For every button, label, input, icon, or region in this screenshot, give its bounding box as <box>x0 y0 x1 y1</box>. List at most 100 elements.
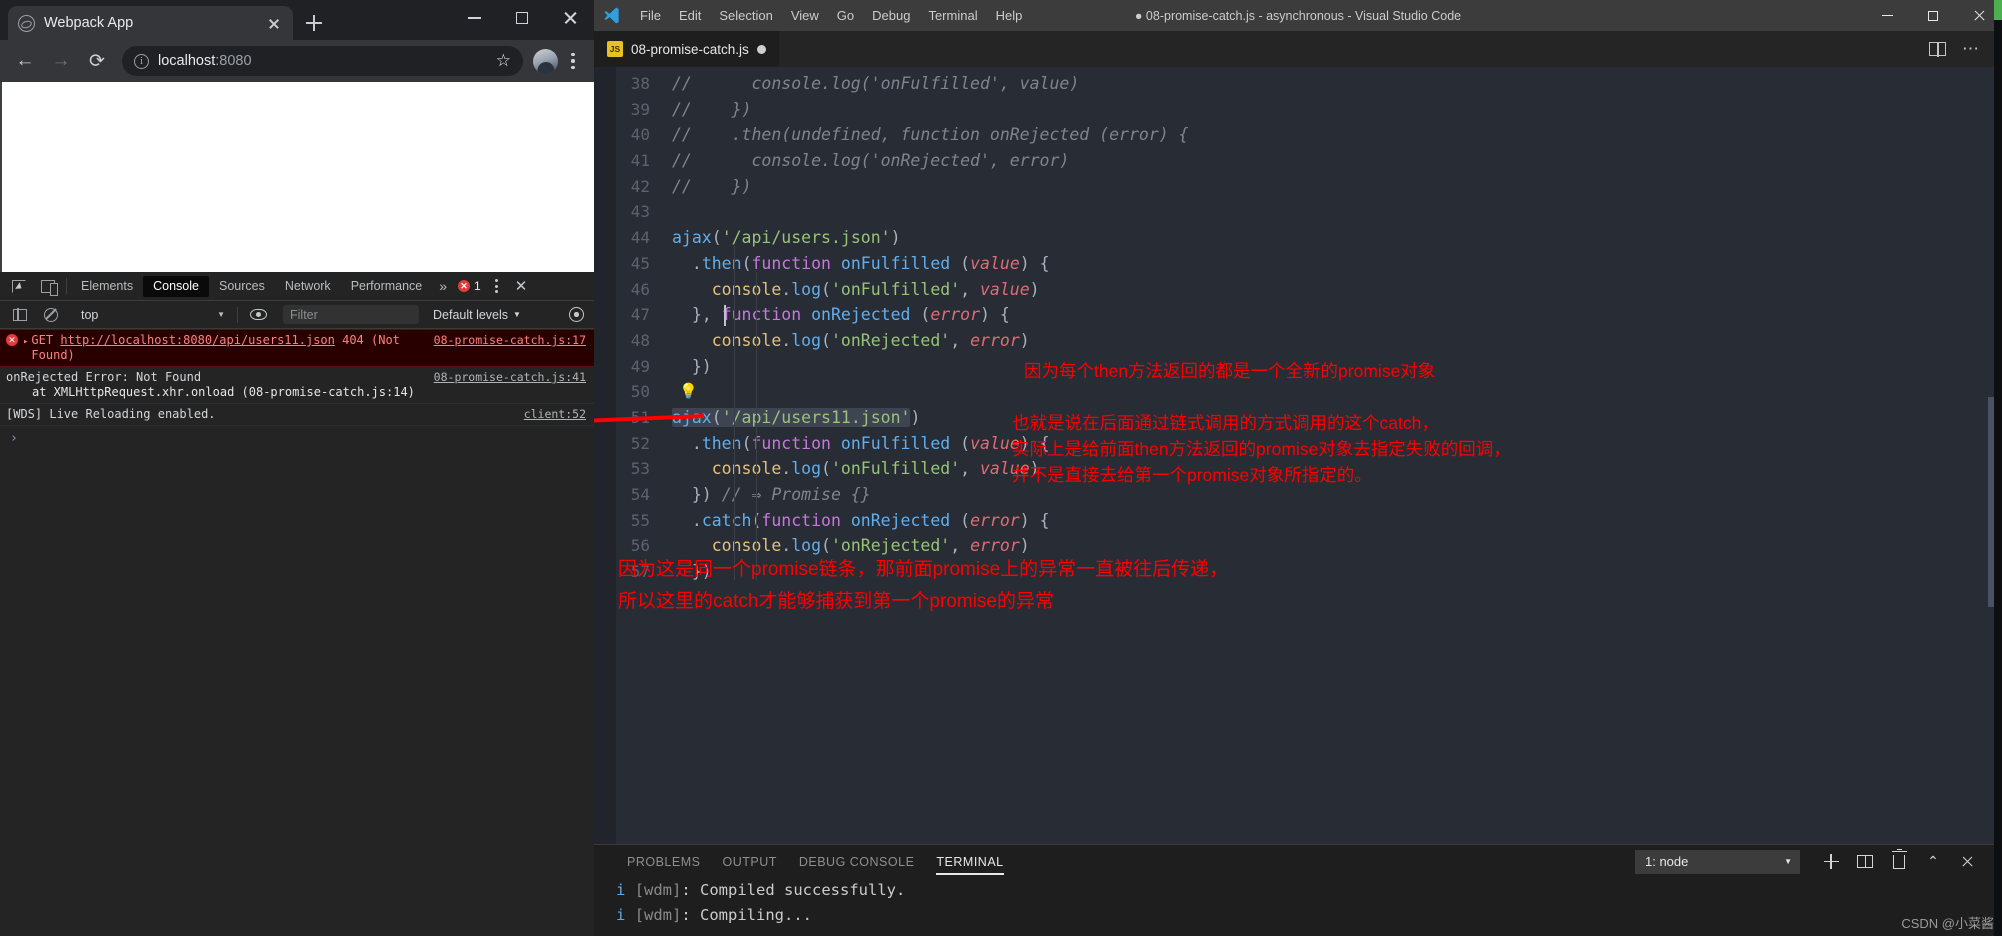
gear-icon[interactable] <box>569 307 584 322</box>
code-line[interactable]: 41 // console.log('onRejected', error) <box>616 148 2002 174</box>
menu-terminal[interactable]: Terminal <box>919 0 986 31</box>
more-actions-icon[interactable]: ⋯ <box>1962 40 1980 57</box>
panel-tab-debug-console[interactable]: DEBUG CONSOLE <box>788 845 926 878</box>
error-count-badge[interactable]: ✕ 1 <box>458 279 481 293</box>
menu-edit[interactable]: Edit <box>670 0 710 31</box>
address-bar[interactable]: i localhost:8080 ☆ <box>122 46 523 76</box>
devtools-tab-sources[interactable]: Sources <box>209 276 275 297</box>
close-icon[interactable] <box>265 14 283 32</box>
editor-tab-08-promise-catch[interactable]: JS 08-promise-catch.js <box>594 31 780 67</box>
chevron-right-icon[interactable]: ▸ <box>23 335 28 350</box>
browser-tab[interactable]: Webpack App <box>8 6 293 40</box>
msg-stack: at XMLHttpRequest.xhr.onload (08-promise… <box>32 385 415 399</box>
watermark: CSDN @小菜酱 <box>1901 916 1994 931</box>
star-icon[interactable]: ☆ <box>496 51 511 71</box>
annotation-catch-line-3: 并不是直接去给第一个promise对象所指定的。 <box>1012 465 1372 485</box>
screen-root: Webpack App ← → ⟳ i localhost:8080 ☆ Ele… <box>0 0 2002 936</box>
menu-go[interactable]: Go <box>828 0 863 31</box>
console-prompt[interactable]: › <box>0 426 594 451</box>
clear-console-icon[interactable] <box>36 301 65 328</box>
avatar-icon[interactable] <box>533 48 558 74</box>
menu-file[interactable]: File <box>631 0 670 31</box>
plus-icon[interactable] <box>1814 849 1848 875</box>
menu-view[interactable]: View <box>782 0 828 31</box>
console-source-link[interactable]: 08-promise-catch.js:41 <box>434 370 586 385</box>
terminal-line-text: : Compiling... <box>681 906 813 924</box>
line-number: 38 <box>630 74 650 93</box>
code-line[interactable]: 46 console.log('onFulfilled', value) <box>616 277 2002 303</box>
maximize-icon[interactable] <box>498 0 546 36</box>
devtools-tab-console[interactable]: Console <box>143 275 209 297</box>
unsaved-dot-icon[interactable] <box>756 44 766 54</box>
panel-tab-problems[interactable]: PROBLEMS <box>616 845 711 878</box>
line-number: 41 <box>630 151 650 171</box>
devtools-tab-performance[interactable]: Performance <box>341 276 433 297</box>
minimize-icon[interactable] <box>450 0 498 36</box>
console-filter-bar: top ▼ Filter Default levels ▼ <box>0 301 594 329</box>
console-filter-input[interactable]: Filter <box>283 305 419 324</box>
split-editor-icon[interactable] <box>1929 41 1946 57</box>
console-message-list[interactable]: ✕ ▸ GET http://localhost:8080/api/users1… <box>0 329 594 936</box>
kebab-menu-icon[interactable] <box>560 48 586 74</box>
minimize-icon[interactable] <box>1864 0 1910 31</box>
code-line[interactable]: 40 // .then(undefined, function onRejecte… <box>616 122 2002 148</box>
maximize-icon[interactable] <box>1910 0 1956 31</box>
code-text: ajax('/api/users11.json') <box>672 407 921 427</box>
menu-help[interactable]: Help <box>987 0 1032 31</box>
terminal-output[interactable]: i [wdm]: Compiled successfully. i [wdm]:… <box>594 878 2002 936</box>
code-text: .then(function onFulfilled (value) { <box>691 433 1050 453</box>
close-icon[interactable] <box>546 0 594 36</box>
url-text: localhost:8080 <box>158 53 252 69</box>
close-icon[interactable]: ✕ <box>507 277 536 295</box>
globe-icon <box>18 14 35 32</box>
console-message-log[interactable]: onRejected Error: Not Found at XMLHttpReq… <box>0 367 594 404</box>
trash-icon[interactable] <box>1882 848 1916 875</box>
code-line[interactable]: 47 }, function onRejected (error) { <box>616 302 2002 328</box>
annotation-catch-line-2: 实际上是给前面then方法返回的promise对象去指定失败的回调， <box>1012 439 1511 459</box>
code-line[interactable]: 39 // }) <box>616 97 2002 123</box>
inspect-element-icon[interactable] <box>4 273 33 300</box>
code-line[interactable]: 42 // }) <box>616 174 2002 200</box>
code-text: // console.log('onRejected', error) <box>672 151 1070 171</box>
close-icon[interactable] <box>1950 849 1984 875</box>
menu-selection[interactable]: Selection <box>710 0 781 31</box>
console-levels-select[interactable]: Default levels ▼ <box>433 308 521 322</box>
kebab-menu-icon[interactable] <box>487 279 507 293</box>
console-message-log[interactable]: [WDS] Live Reloading enabled. client:52 <box>0 404 594 426</box>
code-line[interactable]: 45 .then(function onFulfilled (value) { <box>616 251 2002 277</box>
devtools-tab-elements[interactable]: Elements <box>71 276 143 297</box>
error-dot-icon: ✕ <box>458 280 471 292</box>
console-source-link[interactable]: client:52 <box>524 407 586 422</box>
console-message-text: GET http://localhost:8080/api/users11.js… <box>31 333 433 363</box>
code-line[interactable]: 55 .catch(function onRejected (error) { <box>616 508 2002 534</box>
chevron-right-icon[interactable]: » <box>432 278 454 294</box>
menu-debug[interactable]: Debug <box>863 0 919 31</box>
console-message-error[interactable]: ✕ ▸ GET http://localhost:8080/api/users1… <box>0 329 594 367</box>
arrow-left-icon[interactable]: ← <box>8 44 42 78</box>
panel-tab-output[interactable]: OUTPUT <box>711 845 787 878</box>
info-prefix: i <box>616 906 626 924</box>
code-line[interactable]: 38 // console.log('onFulfilled', value) <box>616 71 2002 97</box>
reload-icon[interactable]: ⟳ <box>80 44 114 78</box>
indent-guide <box>734 375 735 505</box>
code-line[interactable]: 48 console.log('onRejected', error) <box>616 328 2002 354</box>
device-toolbar-icon[interactable] <box>33 273 62 300</box>
panel-tab-terminal[interactable]: TERMINAL <box>925 845 1014 878</box>
live-expression-icon[interactable] <box>244 301 273 328</box>
line-number: 52 <box>630 433 650 453</box>
text-cursor <box>724 305 726 327</box>
console-context-select[interactable]: top ▼ <box>71 305 231 325</box>
devtools-tab-network[interactable]: Network <box>275 276 341 297</box>
code-line[interactable]: 43 <box>616 199 2002 225</box>
terminal-instance-select[interactable]: 1: node ▼ <box>1635 849 1800 874</box>
console-sidebar-icon[interactable] <box>5 301 34 328</box>
chevron-up-icon[interactable]: ⌃ <box>1916 849 1950 875</box>
code-editor[interactable]: 38 // console.log('onFulfilled', value) 39… <box>594 67 2002 844</box>
plus-icon[interactable] <box>299 8 329 38</box>
request-url-link[interactable]: http://localhost:8080/api/users11.json <box>60 333 335 347</box>
lightbulb-quickfix-icon[interactable]: 💡 <box>679 382 698 400</box>
code-line[interactable]: 44 ajax('/api/users.json') <box>616 225 2002 251</box>
info-circle-icon[interactable]: i <box>134 53 149 69</box>
split-terminal-icon[interactable] <box>1848 849 1882 875</box>
console-source-link[interactable]: 08-promise-catch.js:17 <box>434 333 586 348</box>
